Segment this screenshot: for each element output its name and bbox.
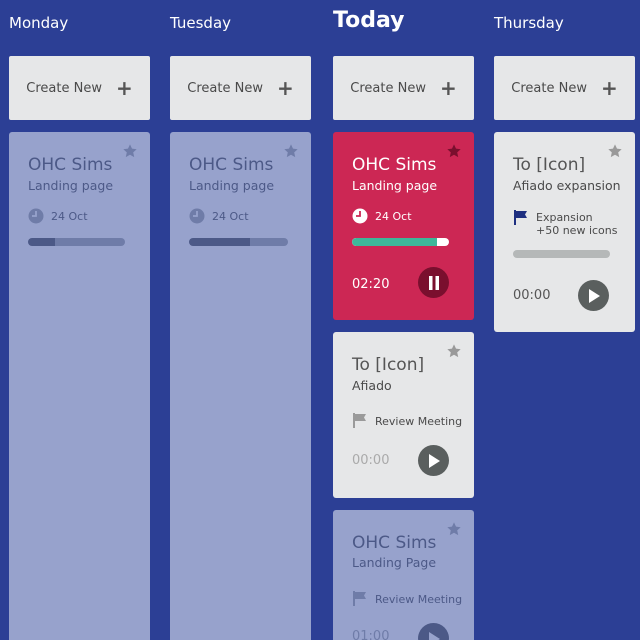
task-flag-row: Expansion +50 new icons (513, 209, 617, 237)
create-new-label: Create New (187, 80, 263, 96)
create-new-label: Create New (511, 80, 587, 96)
progress-fill (189, 238, 251, 246)
task-card-active[interactable]: OHC Sims Landing page 24 Oct 02:20 (333, 132, 474, 320)
task-date: 24 Oct (212, 210, 249, 223)
task-timer: 01:00 (352, 629, 390, 640)
pause-button[interactable] (418, 267, 449, 298)
task-date-row: 24 Oct (189, 208, 249, 224)
task-flag-row: Review Meeting (352, 412, 462, 428)
play-button[interactable] (578, 280, 609, 311)
task-flag-text: Review Meeting (375, 415, 463, 428)
task-date: 24 Oct (51, 210, 88, 223)
pause-icon (428, 275, 439, 290)
star-icon[interactable] (283, 143, 299, 159)
task-flag-text: Review Meeting (375, 593, 463, 606)
task-card-tuesday[interactable]: OHC Sims Landing page 24 Oct (170, 132, 311, 640)
create-new-label: Create New (350, 80, 426, 96)
day-title-monday: Monday (9, 14, 69, 32)
day-title-today: Today (333, 8, 405, 33)
task-card-monday[interactable]: OHC Sims Landing page 24 Oct (9, 132, 150, 640)
task-card[interactable]: To [Icon] Afiado Review Meeting 00:00 (333, 332, 474, 498)
task-flag-line2: +50 new icons (536, 224, 618, 237)
progress-fill (352, 238, 438, 246)
task-date-row: 24 Oct (352, 208, 412, 224)
task-flag-row: Review Meeting (352, 590, 462, 606)
play-icon (588, 288, 600, 303)
plus-icon: + (115, 76, 133, 100)
flag-icon (514, 210, 527, 225)
task-timer: 02:20 (352, 277, 390, 292)
star-icon[interactable] (607, 143, 623, 159)
progress-bar (189, 238, 288, 246)
day-title-thursday: Thursday (494, 14, 564, 32)
play-icon (428, 453, 440, 468)
day-title-tuesday: Tuesday (170, 14, 232, 32)
task-title: To [Icon] (513, 155, 586, 175)
plus-icon: + (600, 76, 618, 100)
task-title: To [Icon] (352, 355, 425, 375)
star-icon[interactable] (122, 143, 138, 159)
task-card-thursday[interactable]: To [Icon] Afiado expansion Expansion +50… (494, 132, 635, 332)
task-title: OHC Sims (352, 155, 437, 175)
star-icon[interactable] (446, 521, 462, 537)
clock-icon (189, 208, 205, 224)
progress-bar (513, 250, 610, 258)
star-icon[interactable] (446, 143, 462, 159)
create-new-button-monday[interactable]: Create New + (9, 56, 150, 120)
task-date: 24 Oct (375, 210, 412, 223)
star-icon[interactable] (446, 343, 462, 359)
task-subtitle: Afiado expansion (513, 178, 621, 193)
play-button[interactable] (418, 623, 449, 640)
task-subtitle: Landing page (189, 178, 275, 193)
flag-icon (353, 591, 366, 606)
create-new-button-thursday[interactable]: Create New + (494, 56, 635, 120)
task-timer: 00:00 (513, 288, 551, 303)
task-flag-line1: Expansion (536, 211, 593, 224)
task-title: OHC Sims (28, 155, 113, 175)
task-title: OHC Sims (352, 533, 437, 553)
task-subtitle: Landing page (28, 178, 114, 193)
progress-bar (352, 238, 449, 246)
task-card[interactable]: OHC Sims Landing Page Review Meeting 01:… (333, 510, 474, 640)
task-subtitle: Landing Page (352, 555, 437, 570)
create-new-button-tuesday[interactable]: Create New + (170, 56, 311, 120)
create-new-label: Create New (26, 80, 102, 96)
task-subtitle: Landing page (352, 178, 438, 193)
play-icon (428, 631, 440, 640)
flag-icon (353, 413, 366, 428)
task-timer: 00:00 (352, 453, 390, 468)
task-title: OHC Sims (189, 155, 274, 175)
task-subtitle: Afiado (352, 378, 392, 393)
play-button[interactable] (418, 445, 449, 476)
clock-icon (28, 208, 44, 224)
clock-icon (352, 208, 368, 224)
create-new-button-today[interactable]: Create New + (333, 56, 474, 120)
plus-icon: + (439, 76, 457, 100)
progress-bar (28, 238, 125, 246)
plus-icon: + (276, 76, 294, 100)
progress-fill (28, 238, 56, 246)
task-date-row: 24 Oct (28, 208, 88, 224)
